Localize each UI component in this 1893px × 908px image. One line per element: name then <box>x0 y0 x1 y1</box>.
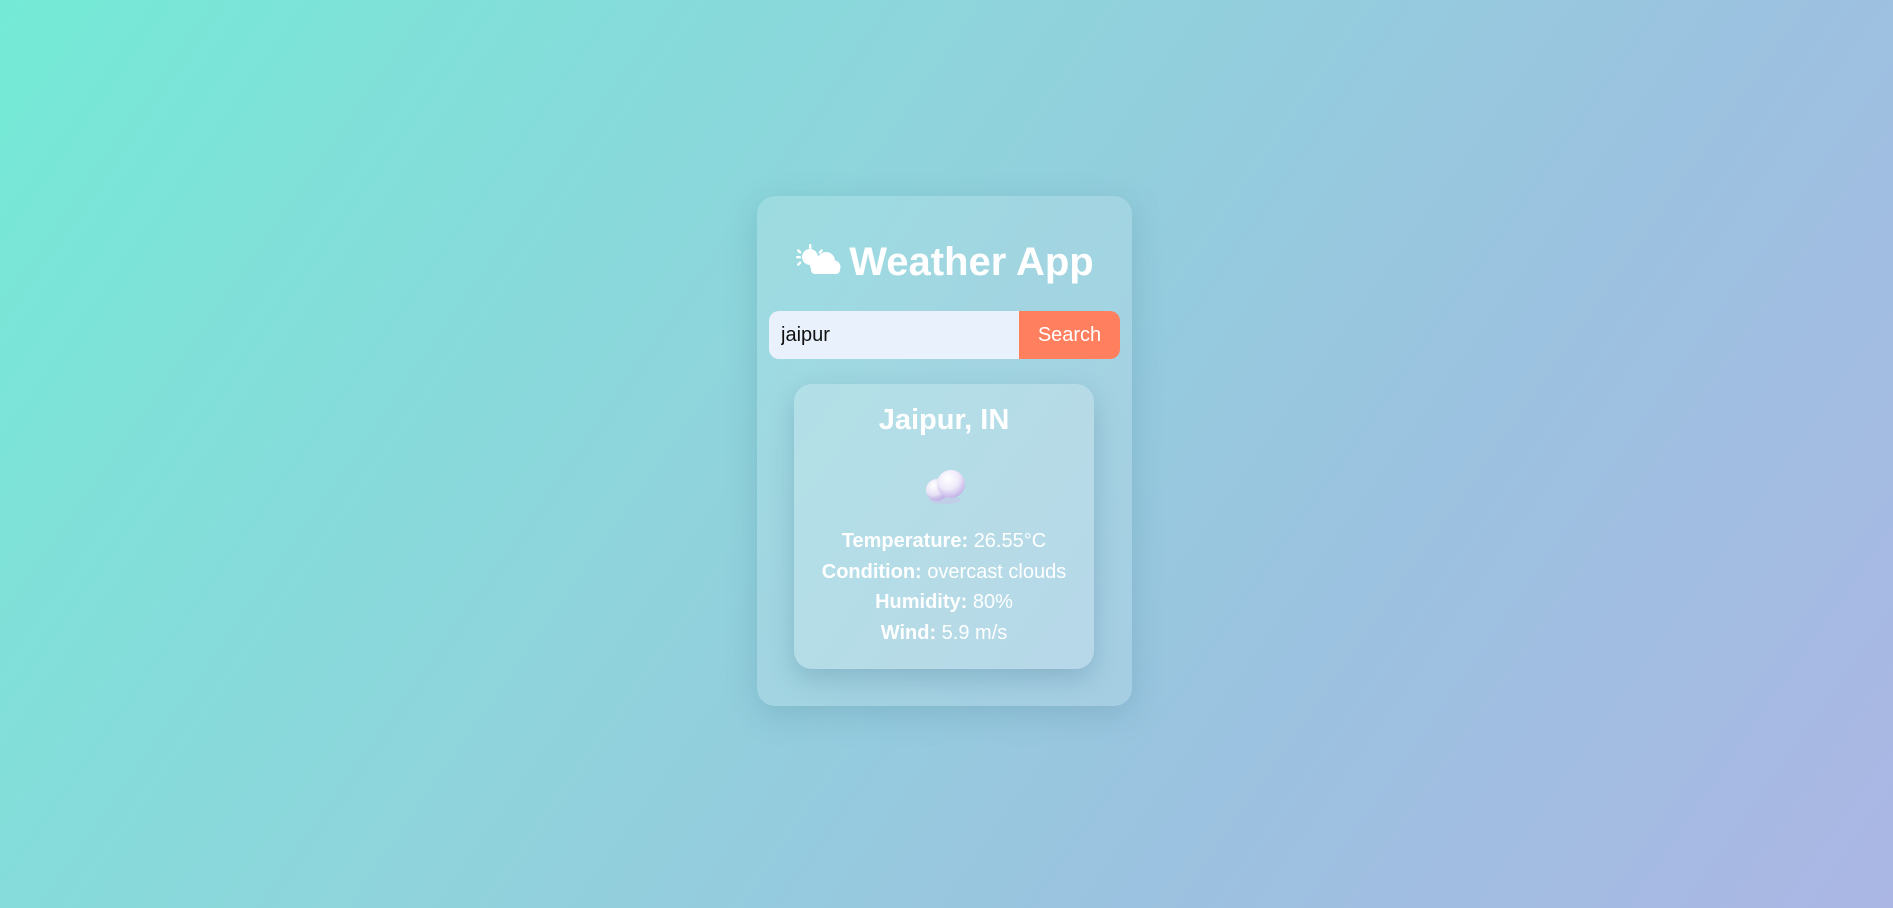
app-title-text: Weather App <box>849 240 1094 284</box>
weather-app-card: Weather App Search Jaipur, IN <box>757 196 1132 706</box>
search-bar: Search <box>769 311 1120 359</box>
condition-line: Condition: overcast clouds <box>794 557 1094 588</box>
weather-result-card: Jaipur, IN Temperature: 26.55°C Conditio… <box>794 384 1094 669</box>
temperature-value: 26.55°C <box>973 530 1047 552</box>
humidity-line: Humidity: 80% <box>794 587 1094 618</box>
city-name: Jaipur, IN <box>878 404 1010 436</box>
temperature-line: Temperature: 26.55°C <box>794 526 1094 557</box>
humidity-label: Humidity: <box>875 591 968 613</box>
temperature-label: Temperature: <box>841 530 969 552</box>
condition-label: Condition: <box>821 560 922 583</box>
search-button[interactable]: Search <box>1019 311 1120 359</box>
wind-label: Wind: <box>880 621 937 644</box>
condition-value: overcast clouds <box>927 560 1067 583</box>
clouds-icon <box>926 470 965 504</box>
wind-line: Wind: 5.9 m/s <box>794 618 1094 649</box>
weather-details: Temperature: 26.55°C Condition: overcast… <box>794 526 1094 648</box>
sun-behind-cloud-icon <box>796 244 841 274</box>
page-background: { "app": { "title": "Weather App", "titl… <box>0 0 1893 908</box>
wind-value: 5.9 m/s <box>941 621 1008 644</box>
city-search-input[interactable] <box>769 311 1019 359</box>
app-title: Weather App <box>757 238 1132 286</box>
humidity-value: 80% <box>972 591 1013 613</box>
